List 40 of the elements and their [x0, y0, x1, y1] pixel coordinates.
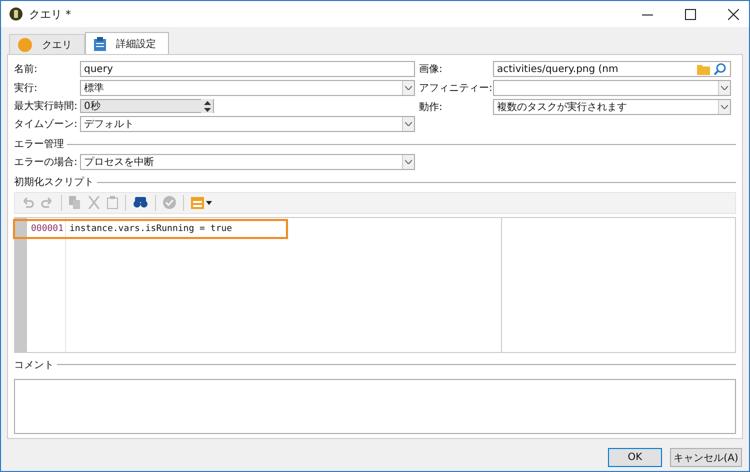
search-icon[interactable] [714, 63, 726, 75]
section-title: コメント [14, 358, 54, 372]
dialog-button[interactable]: キャンセル(A) [670, 448, 742, 467]
clipboard-icon [94, 36, 106, 50]
section-title: エラー管理 [14, 138, 64, 151]
field-label: 動作: [419, 101, 444, 114]
dropdown[interactable]: 標準 [80, 80, 415, 96]
field-label: エラーの場合: [14, 156, 78, 169]
input-field[interactable]: activities/query.png (nm [493, 61, 731, 77]
dropdown[interactable]: プロセスを中断 [80, 154, 415, 170]
chevron-down-icon[interactable] [405, 160, 412, 164]
input-field[interactable]: query [80, 61, 415, 77]
spinner-arrows-icon[interactable] [204, 100, 210, 112]
tab[interactable]: クエリ [9, 34, 85, 54]
field-label: タイムゾーン: [14, 118, 78, 131]
chevron-down-icon[interactable] [721, 86, 728, 90]
maximize-icon[interactable] [685, 8, 696, 20]
code-text: instance.vars.isRunning = true [70, 224, 232, 234]
field-label: 実行: [14, 82, 38, 95]
chevron-down-icon[interactable] [405, 86, 412, 90]
field-label: 最大実行時間: [14, 100, 78, 113]
window-menu-icon[interactable] [191, 196, 213, 209]
binoculars-icon[interactable] [133, 197, 148, 208]
app-icon [9, 7, 23, 21]
field-label: アフィニティー: [419, 82, 491, 95]
window-title: クエリ * [29, 6, 71, 22]
field-label: 名前: [14, 63, 38, 76]
dropdown[interactable]: デフォルト [80, 116, 415, 132]
spin-field[interactable]: 0秒 [80, 99, 214, 113]
circle-icon [18, 38, 32, 52]
dialog-button[interactable]: OK [608, 448, 662, 467]
chevron-down-icon[interactable] [405, 122, 412, 126]
section-title: 初期化スクリプト [14, 176, 94, 189]
close-icon[interactable] [728, 8, 739, 20]
line-number: 000001 [31, 224, 64, 234]
comment-field[interactable] [14, 378, 736, 434]
chevron-down-icon[interactable] [721, 105, 728, 109]
tab[interactable]: 詳細設定 [85, 32, 169, 54]
dropdown[interactable]: 複数のタスクが実行されます [493, 99, 731, 115]
field-label: 画像: [419, 63, 444, 76]
